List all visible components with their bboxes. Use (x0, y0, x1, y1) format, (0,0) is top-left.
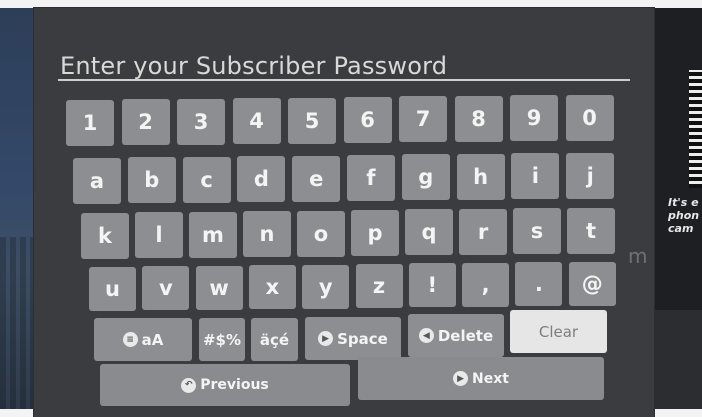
next-button[interactable]: ▶ Next (358, 357, 604, 400)
key-2-2[interactable]: m (189, 211, 237, 258)
delete-key[interactable]: ◀ Delete (408, 314, 504, 357)
previous-button[interactable]: ↶ Previous (100, 364, 350, 406)
key-2-4[interactable]: o (297, 210, 345, 257)
password-field-underline[interactable] (58, 79, 630, 81)
play-pause-icon: ▶ (318, 331, 334, 346)
case-toggle-label: aA (141, 330, 164, 349)
key-1-1[interactable]: b (127, 157, 176, 204)
key-0-3[interactable]: 4 (232, 98, 281, 145)
key-2-9[interactable]: t (567, 207, 615, 254)
side-text: It's e phon cam (668, 196, 700, 235)
qr-code (689, 70, 702, 188)
accents-key[interactable]: äçé (251, 318, 298, 361)
key-3-8[interactable]: . (515, 262, 563, 307)
space-label: Space (337, 329, 388, 348)
key-2-6[interactable]: q (405, 209, 453, 256)
top-border (0, 0, 702, 8)
key-0-2[interactable]: 3 (177, 98, 225, 145)
next-label: Next (472, 370, 509, 387)
clear-key[interactable]: Clear (510, 310, 607, 353)
back-icon: ↶ (181, 377, 197, 393)
key-3-3[interactable]: x (248, 265, 296, 310)
key-1-0[interactable]: a (73, 158, 121, 204)
key-0-8[interactable]: 9 (510, 95, 558, 142)
key-3-6[interactable]: ! (408, 263, 456, 308)
key-0-6[interactable]: 7 (399, 96, 447, 143)
key-1-3[interactable]: d (237, 156, 286, 203)
key-1-9[interactable]: j (566, 152, 615, 199)
key-1-2[interactable]: c (182, 156, 231, 203)
menu-icon: ≡ (122, 332, 138, 347)
key-3-4[interactable]: y (302, 264, 350, 309)
key-2-7[interactable]: r (459, 208, 507, 255)
key-3-5[interactable]: z (355, 264, 403, 308)
key-0-4[interactable]: 5 (288, 97, 336, 144)
key-0-1[interactable]: 2 (121, 99, 170, 146)
key-2-5[interactable]: p (351, 210, 399, 256)
symbols-label: #$% (202, 330, 242, 349)
rewind-icon: ◀ (418, 328, 434, 343)
key-2-8[interactable]: s (513, 208, 561, 255)
password-prompt: Enter your Subscriber Password (60, 52, 448, 80)
key-1-8[interactable]: i (511, 153, 560, 200)
key-3-7[interactable]: , (462, 262, 510, 307)
side-glyph: m (628, 244, 648, 268)
previous-label: Previous (200, 377, 269, 393)
key-2-1[interactable]: l (135, 212, 183, 259)
delete-label: Delete (437, 326, 494, 345)
key-2-3[interactable]: n (243, 211, 291, 258)
key-1-4[interactable]: e (292, 155, 341, 202)
key-0-5[interactable]: 6 (343, 97, 392, 143)
key-1-6[interactable]: g (401, 154, 450, 201)
key-0-9[interactable]: 0 (565, 94, 614, 141)
key-0-7[interactable]: 8 (454, 95, 503, 142)
accents-label: äçé (259, 330, 290, 349)
key-0-0[interactable]: 1 (66, 100, 114, 146)
key-3-2[interactable]: w (195, 265, 243, 310)
key-3-1[interactable]: v (142, 266, 190, 311)
clear-label: Clear (538, 322, 579, 341)
key-1-5[interactable]: f (347, 155, 395, 201)
key-2-0[interactable]: k (81, 213, 129, 259)
key-3-0[interactable]: u (89, 267, 136, 311)
key-1-7[interactable]: h (456, 153, 505, 200)
key-3-9[interactable]: @ (568, 261, 616, 306)
case-toggle-key[interactable]: ≡ aA (94, 318, 192, 361)
symbols-key[interactable]: #$% (199, 318, 245, 361)
space-key[interactable]: ▶ Space (305, 317, 401, 360)
play-pause-icon: ▶ (453, 371, 469, 386)
